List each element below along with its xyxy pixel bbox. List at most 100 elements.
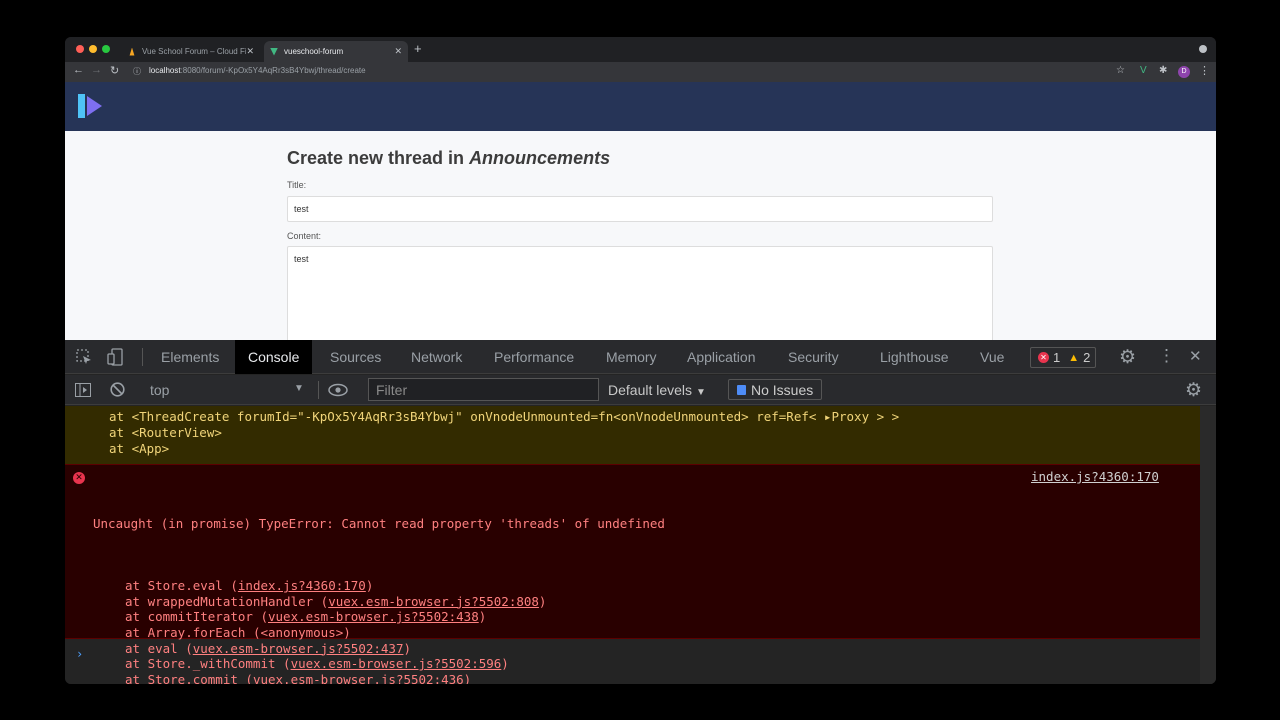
- stack-frame-source: <anonymous>: [260, 624, 344, 640]
- console-settings-gear-icon[interactable]: ⚙: [1185, 379, 1202, 402]
- paren: ): [538, 593, 547, 609]
- minimize-window-button[interactable]: [89, 45, 97, 53]
- maximize-window-button[interactable]: [102, 45, 110, 53]
- tab-console[interactable]: Console: [235, 340, 313, 374]
- device-toolbar-icon[interactable]: [107, 348, 125, 366]
- error-icon: ✕: [1038, 352, 1049, 363]
- issues-label: No Issues: [751, 381, 814, 398]
- profile-avatar[interactable]: D: [1178, 66, 1190, 78]
- paren: (: [230, 578, 238, 594]
- error-icon: ✕: [73, 472, 85, 484]
- error-text: Uncaught (in promise) TypeError: Cannot …: [93, 515, 665, 531]
- context-selector[interactable]: top: [150, 382, 169, 398]
- close-tab-icon[interactable]: ✕: [394, 46, 402, 57]
- devtools-tab-bar: Elements Console Sources Network Perform…: [65, 340, 1216, 374]
- stack-frame-source-link[interactable]: index.js?4360:170: [238, 578, 366, 593]
- stack-frame-function: at Store.eval: [125, 578, 231, 594]
- stack-frame: at wrappedMutationHandler (vuex.esm-brow…: [93, 594, 1200, 610]
- tab-security[interactable]: Security: [788, 340, 839, 374]
- paren: ): [501, 656, 509, 672]
- stack-frame-function: at Array.forEach: [125, 624, 253, 640]
- issue-flag-icon: [737, 384, 746, 395]
- context-dropdown-icon[interactable]: ▼: [294, 383, 304, 394]
- live-expression-eye-icon[interactable]: [328, 383, 348, 397]
- tab-lighthouse[interactable]: Lighthouse: [880, 340, 949, 374]
- error-source-link[interactable]: index.js?4360:170: [1031, 469, 1159, 485]
- paren: ): [403, 640, 411, 656]
- url-host: localhost: [149, 66, 181, 75]
- issues-button[interactable]: No Issues: [728, 379, 823, 400]
- log-levels-dropdown[interactable]: Default levels ▼: [608, 382, 706, 398]
- tab-network[interactable]: Network: [411, 340, 462, 374]
- tab-firebase[interactable]: Vue School Forum – Cloud Fir ✕: [122, 41, 260, 62]
- warning-stack-line: at <ThreadCreate forumId="-KpOx5Y4AqRr3s…: [109, 409, 900, 424]
- tab-sources[interactable]: Sources: [330, 340, 381, 374]
- stack-frame-source-link[interactable]: vuex.esm-browser.js?5502:437: [193, 641, 404, 656]
- log-levels-label: Default levels: [608, 382, 693, 398]
- inspect-element-icon[interactable]: [76, 349, 92, 365]
- close-window-button[interactable]: [76, 45, 84, 53]
- divider: [142, 348, 143, 366]
- stack-frame-source-link[interactable]: vuex.esm-browser.js?5502:436: [253, 672, 464, 684]
- forward-icon[interactable]: →: [91, 64, 102, 76]
- stack-frame-function: at eval: [125, 640, 186, 656]
- extensions-icon[interactable]: ✱: [1159, 65, 1167, 76]
- settings-gear-icon[interactable]: ⚙: [1119, 346, 1136, 369]
- console-scrollbar[interactable]: [1200, 406, 1216, 684]
- warning-stack-line: at <RouterView>: [109, 425, 222, 440]
- console-filter-input[interactable]: Filter: [368, 378, 599, 401]
- tab-vueschool-forum[interactable]: vueschool-forum ✕: [264, 41, 408, 62]
- show-sidebar-icon[interactable]: [75, 383, 91, 397]
- paren: ): [365, 578, 374, 594]
- devtools-panel: Elements Console Sources Network Perform…: [65, 340, 1216, 684]
- close-tab-icon[interactable]: ✕: [246, 46, 254, 57]
- url-bar[interactable]: localhost:8080/forum/-KpOx5Y4AqRr3sB4Ybw…: [149, 66, 366, 75]
- title-input[interactable]: test: [287, 196, 993, 222]
- tab-elements[interactable]: Elements: [161, 340, 219, 374]
- browser-window: Vue School Forum – Cloud Fir ✕ vueschool…: [65, 37, 1216, 684]
- paren: ): [478, 609, 487, 625]
- tab-label: vueschool-forum: [284, 47, 344, 56]
- tab-search-icon[interactable]: [1199, 45, 1207, 53]
- paren: (: [185, 640, 193, 656]
- tab-vue[interactable]: Vue: [980, 340, 1004, 374]
- reload-icon[interactable]: ↻: [110, 64, 119, 77]
- stack-frame: at Store.commit (vuex.esm-browser.js?550…: [93, 672, 1200, 684]
- console-error-message: ✕ Uncaught (in promise) TypeError: Canno…: [65, 464, 1200, 684]
- stack-frame: at commitIterator (vuex.esm-browser.js?5…: [93, 609, 1200, 625]
- stack-frame-source-link[interactable]: vuex.esm-browser.js?5502:808: [328, 594, 539, 609]
- stack-frame-function: at Store._withCommit: [125, 656, 284, 672]
- stack-frame-source-link[interactable]: vuex.esm-browser.js?5502:438: [268, 609, 479, 624]
- chevron-down-icon: ▼: [695, 387, 706, 398]
- stack-frame: at Array.forEach (<anonymous>): [93, 625, 1200, 641]
- clear-console-icon[interactable]: [110, 382, 125, 397]
- warning-icon: ▲: [1068, 351, 1080, 364]
- more-options-icon[interactable]: ⋮: [1158, 346, 1175, 366]
- console-prompt-chevron-icon[interactable]: ›: [76, 647, 83, 661]
- tab-performance[interactable]: Performance: [494, 340, 574, 374]
- error-count: 1: [1053, 350, 1061, 365]
- stack-frame: at eval (vuex.esm-browser.js?5502:437): [93, 641, 1200, 657]
- tab-application[interactable]: Application: [687, 340, 756, 374]
- issues-counter-button[interactable]: ✕ 1 ▲ 2: [1030, 347, 1096, 368]
- close-devtools-icon[interactable]: ✕: [1189, 347, 1202, 365]
- vueschool-logo-icon[interactable]: [75, 90, 105, 122]
- paren: ): [463, 671, 472, 684]
- back-icon[interactable]: ←: [73, 64, 84, 76]
- title-label: Title:: [287, 180, 307, 190]
- content-textarea[interactable]: test: [287, 246, 993, 340]
- vue-devtools-extension-icon[interactable]: V: [1140, 65, 1147, 76]
- content-label: Content:: [287, 231, 322, 241]
- bookmark-star-icon[interactable]: ☆: [1116, 65, 1125, 76]
- address-toolbar: ← → ↻ ⓘ localhost:8080/forum/-KpOx5Y4AqR…: [65, 62, 1216, 82]
- paren: (: [260, 609, 268, 625]
- web-page: Create new thread in Announcements Title…: [65, 82, 1216, 340]
- console-filter-bar: top ▼ Filter Default levels ▼ No Issues …: [65, 375, 1216, 405]
- stack-frame: at Store.eval (index.js?4360:170): [93, 578, 1200, 594]
- paren: ): [343, 624, 351, 640]
- stack-frame-source-link[interactable]: vuex.esm-browser.js?5502:596: [291, 656, 502, 671]
- browser-menu-icon[interactable]: ⋮: [1199, 64, 1210, 77]
- site-info-icon[interactable]: ⓘ: [133, 66, 141, 77]
- new-tab-icon[interactable]: +: [414, 41, 422, 56]
- tab-memory[interactable]: Memory: [606, 340, 657, 374]
